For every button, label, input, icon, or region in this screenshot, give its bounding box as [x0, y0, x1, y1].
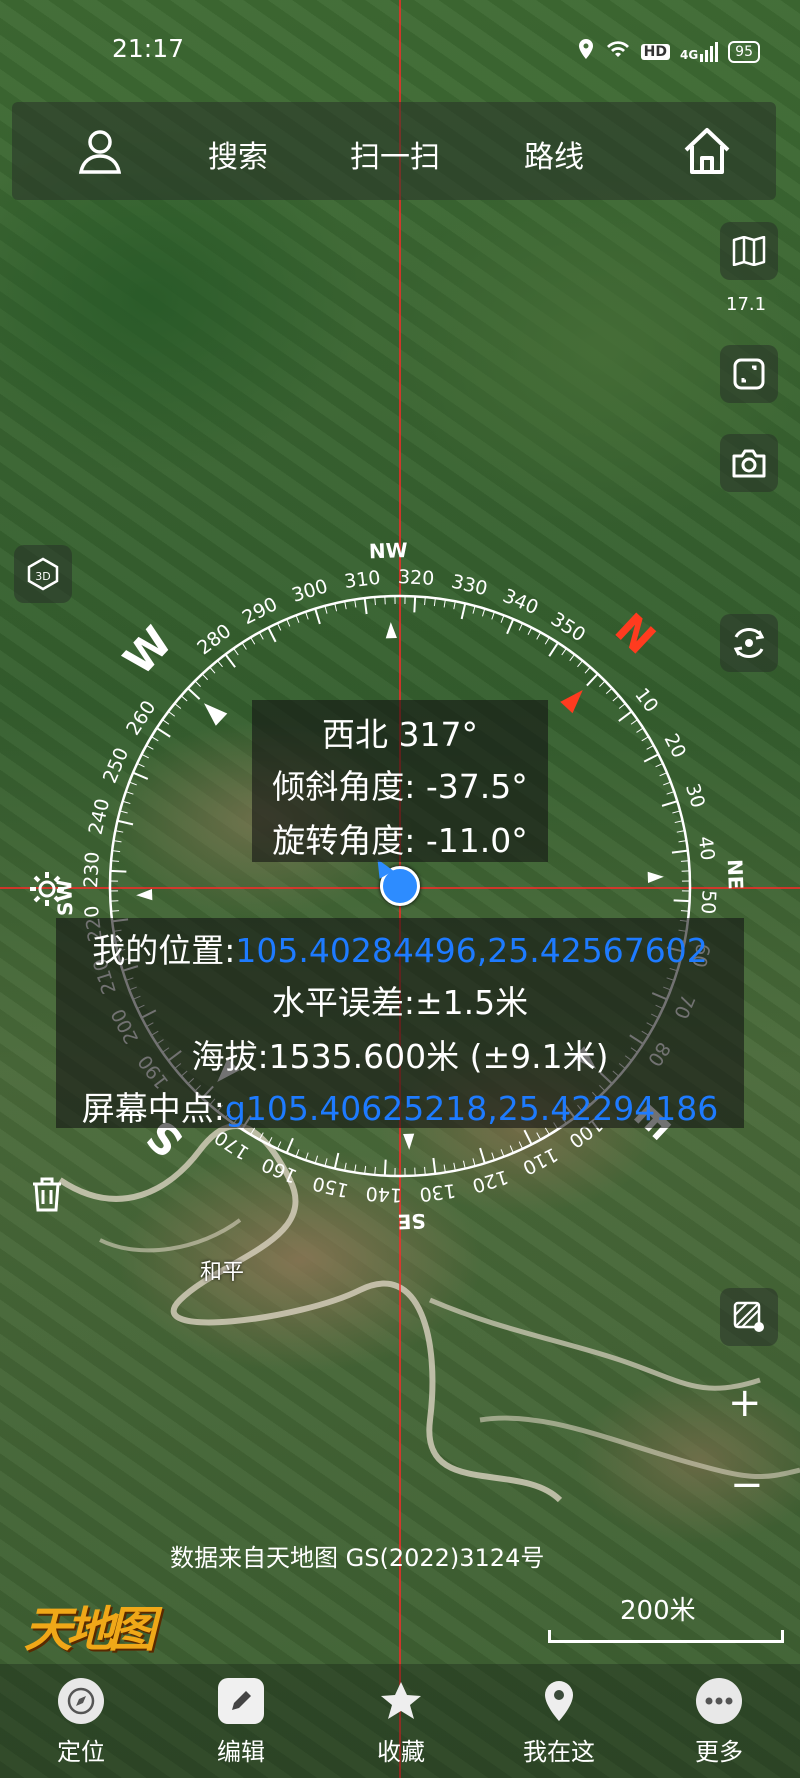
scale-label: 200米	[620, 1596, 696, 1626]
my-location-value[interactable]: 105.40284496,25.42567602	[235, 931, 707, 970]
map-style-button[interactable]	[720, 1288, 778, 1346]
gear-icon	[30, 872, 64, 906]
star-icon	[378, 1678, 424, 1724]
map-layers-button[interactable]	[720, 222, 778, 280]
pencil-icon	[218, 1678, 264, 1724]
screen-center-value[interactable]: g105.40625218,25.42294186	[225, 1089, 718, 1128]
zoom-level: 17.1	[726, 294, 767, 315]
horizontal-error-text: 水平误差:±1.5米	[271, 983, 529, 1022]
map-attribution: 数据来自天地图 GS(2022)3124号	[170, 1544, 545, 1572]
tilt-text: 倾斜角度: -37.5°	[272, 767, 528, 806]
route-button[interactable]: 路线	[524, 132, 584, 176]
location-pin-icon	[536, 1678, 582, 1724]
signal-icon: 4G	[679, 41, 719, 62]
camera-icon	[732, 449, 766, 478]
network-type: 4G	[679, 47, 699, 62]
nav-edit[interactable]: 编辑	[186, 1678, 296, 1767]
bottom-navigation: 定位 编辑 收藏 我在这 更多	[0, 1664, 800, 1778]
nav-more[interactable]: 更多	[664, 1678, 774, 1767]
nav-favorites-label: 收藏	[377, 1738, 425, 1766]
altitude-text: 海拔:1535.600米 (±9.1米)	[191, 1037, 609, 1076]
map-grid-icon	[733, 1301, 764, 1332]
user-icon[interactable]	[76, 126, 124, 178]
scan-button[interactable]: 扫一扫	[350, 132, 440, 176]
3d-view-button[interactable]: 3D	[14, 545, 72, 603]
rotate-camera-icon	[733, 628, 765, 658]
rotation-text: 旋转角度: -11.0°	[272, 821, 528, 860]
map-fold-icon	[732, 236, 766, 266]
nav-i-am-here[interactable]: 我在这	[504, 1678, 614, 1767]
screen-center-row: 屏幕中点:g105.40625218,25.42294186	[56, 1082, 744, 1130]
compass-icon	[58, 1678, 104, 1724]
top-toolbar: 搜索 扫一扫 路线	[12, 102, 776, 200]
search-button[interactable]: 搜索	[208, 132, 268, 176]
scale-bar	[548, 1630, 784, 1643]
nav-more-label: 更多	[695, 1738, 743, 1766]
my-location-row: 我的位置:105.40284496,25.42567602	[56, 924, 744, 972]
screenshot-button[interactable]	[720, 434, 778, 492]
svg-text:3D: 3D	[35, 570, 50, 583]
wifi-icon	[605, 39, 631, 64]
nav-locate-label: 定位	[57, 1738, 105, 1766]
heading-text: 西北 317°	[322, 715, 478, 754]
screen-center-label: 屏幕中点:	[81, 1089, 225, 1128]
fullscreen-button[interactable]	[720, 345, 778, 403]
my-location-label: 我的位置:	[92, 931, 236, 970]
status-time: 21:17	[112, 34, 185, 63]
trash-icon	[33, 1177, 61, 1212]
hd-badge: HD	[640, 43, 670, 60]
place-label: 和平	[200, 1260, 245, 1285]
zoom-out-button[interactable]: −	[730, 1462, 764, 1508]
more-dots-icon	[696, 1678, 742, 1724]
battery-indicator: 95	[728, 40, 760, 63]
tianditu-logo: 天地图	[24, 1602, 156, 1658]
location-status-icon	[577, 38, 595, 65]
status-icons: HD 4G 95	[577, 38, 760, 65]
square-frame-icon	[733, 358, 765, 390]
nav-locate[interactable]: 定位	[26, 1678, 136, 1767]
nav-i-am-here-label: 我在这	[523, 1738, 595, 1766]
nav-favorites[interactable]: 收藏	[346, 1678, 456, 1767]
zoom-in-button[interactable]: +	[728, 1380, 762, 1426]
settings-gear-button[interactable]	[26, 868, 68, 910]
nav-edit-label: 编辑	[217, 1738, 265, 1766]
home-icon[interactable]	[680, 124, 734, 182]
delete-button[interactable]	[30, 1176, 70, 1216]
rotate-view-button[interactable]	[720, 614, 778, 672]
3d-cube-icon: 3D	[27, 557, 59, 591]
